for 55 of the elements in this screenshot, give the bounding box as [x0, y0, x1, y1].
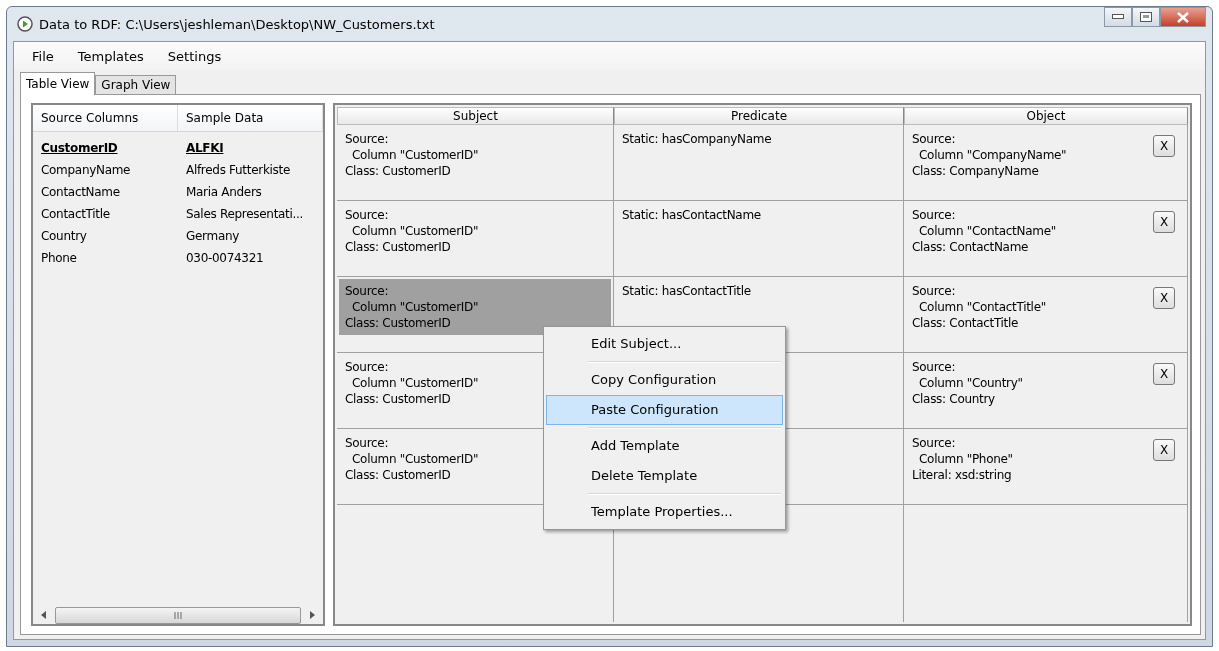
close-icon — [1176, 11, 1190, 23]
minimize-button[interactable] — [1104, 7, 1132, 27]
sample-value: 030-0074321 — [185, 251, 265, 265]
sample-value: ALFKI — [185, 141, 225, 155]
sample-value: Sales Representati... — [185, 207, 305, 221]
predicate-cell[interactable]: Static: hasCompanyName — [622, 131, 772, 147]
object-cell[interactable]: Source: Column "Phone" Literal: xsd:string — [912, 435, 1013, 483]
delete-button[interactable]: X — [1153, 439, 1175, 461]
tab[interactable]: Table View — [20, 72, 96, 95]
minimize-icon — [1112, 14, 1124, 20]
app-icon — [17, 16, 33, 32]
source-column-name[interactable]: ContactName — [33, 185, 178, 199]
tab[interactable]: Graph View — [95, 75, 177, 94]
context-menu-item[interactable]: Copy Configuration — [546, 365, 783, 395]
delete-button[interactable]: X — [1153, 287, 1175, 309]
context-menu-item[interactable]: Paste Configuration — [546, 395, 783, 425]
context-menu-item[interactable]: Delete Template — [546, 461, 783, 491]
window-title: Data to RDF: C:\Users\jeshleman\Desktop\NW_Customers.txt — [39, 16, 435, 32]
context-menu-item[interactable]: Add Template — [546, 431, 783, 461]
menu-item[interactable]: Settings — [155, 48, 234, 64]
column-header[interactable]: Subject — [337, 107, 614, 125]
subject-cell[interactable]: Source: Column "CustomerID" Class: CustomerID — [339, 279, 611, 335]
source-column-name[interactable]: Country — [33, 229, 178, 243]
context-menu-item[interactable]: Template Properties... — [546, 497, 783, 527]
column-header[interactable]: Predicate — [614, 107, 904, 125]
object-cell[interactable]: Source: Column "ContactTitle" Class: ContactTitle — [912, 283, 1046, 331]
source-column-name[interactable]: CompanyName — [33, 163, 178, 177]
object-cell[interactable]: Source: Column "CompanyName" Class: CompanyName — [912, 131, 1067, 179]
object-cell[interactable]: Source: Column "Country" Class: Country — [912, 359, 1023, 407]
delete-button[interactable]: X — [1153, 211, 1175, 233]
menu-item[interactable]: File — [20, 48, 66, 64]
close-button[interactable] — [1160, 7, 1206, 27]
subject-cell[interactable]: Source: Column "CustomerID" Class: CustomerID — [339, 127, 611, 183]
sample-value: Germany — [185, 229, 241, 243]
scroll-right-icon[interactable] — [309, 611, 315, 619]
maximize-icon — [1140, 12, 1152, 22]
column-header[interactable]: Sample Data — [178, 105, 323, 131]
sample-value: Alfreds Futterkiste — [185, 163, 291, 177]
delete-button[interactable]: X — [1153, 135, 1175, 157]
object-cell[interactable]: Source: Column "ContactName" Class: ContactName — [912, 207, 1056, 255]
grip-icon — [174, 611, 182, 619]
scroll-thumb[interactable] — [55, 606, 301, 624]
sample-value: Maria Anders — [185, 185, 263, 199]
column-header[interactable]: Object — [904, 107, 1188, 125]
source-column-name[interactable]: CustomerID — [33, 141, 178, 155]
source-column-name[interactable]: Phone — [33, 251, 178, 265]
delete-button[interactable]: X — [1153, 363, 1175, 385]
predicate-cell[interactable]: Static: hasContactTitle — [622, 283, 751, 299]
subject-cell[interactable]: Source: Column "CustomerID" Class: CustomerID — [339, 203, 611, 259]
maximize-button[interactable] — [1132, 7, 1160, 27]
predicate-cell[interactable]: Static: hasContactName — [622, 207, 761, 223]
column-header[interactable]: Source Columns — [33, 105, 178, 131]
source-column-name[interactable]: ContactTitle — [33, 207, 178, 221]
menu-item[interactable]: Templates — [65, 48, 156, 64]
scroll-left-icon[interactable] — [41, 611, 47, 619]
